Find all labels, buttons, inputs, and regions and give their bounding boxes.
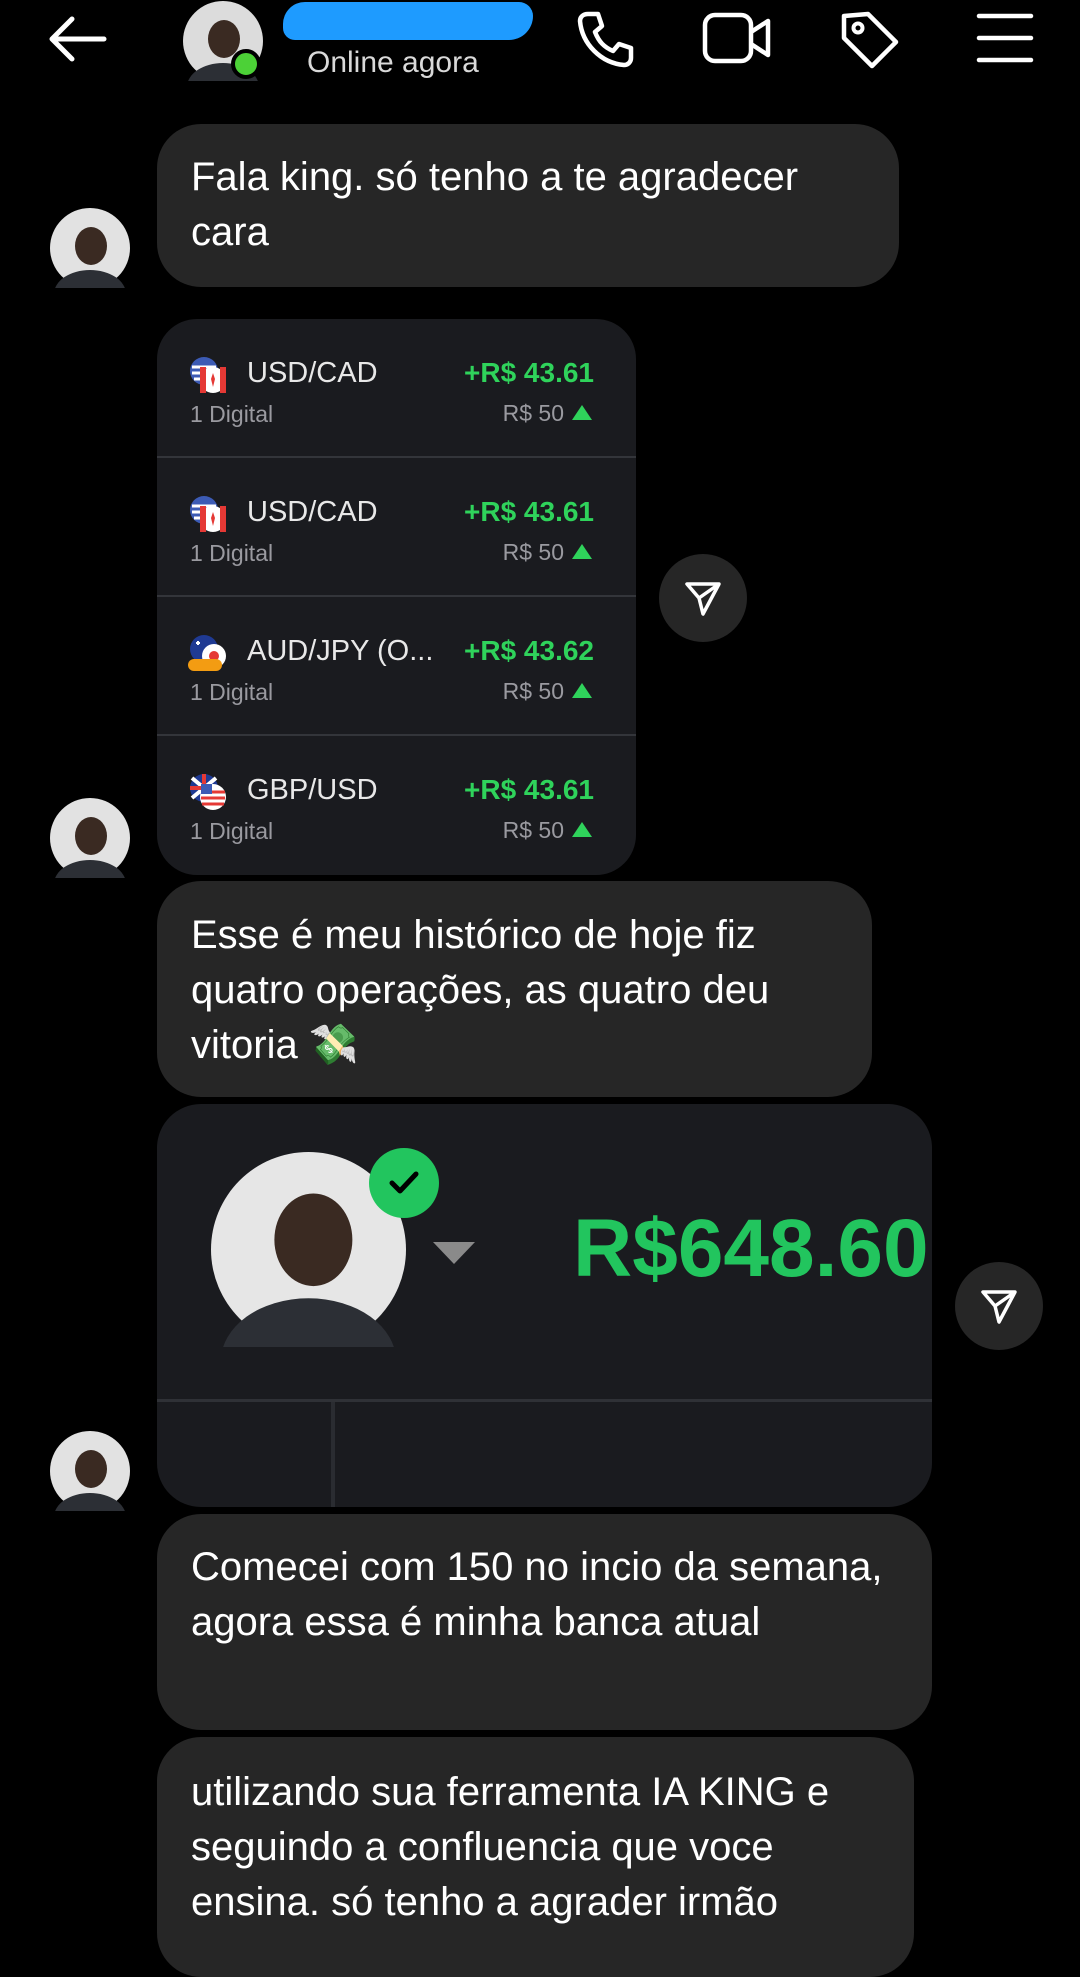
trade-type: 1 Digital: [190, 679, 274, 705]
us-ca-flag-icon: [188, 494, 228, 534]
message-text: Esse é meu histórico de hoje fiz quatro …: [191, 913, 770, 1067]
trade-type: 1 Digital: [190, 540, 274, 566]
trade-type: 1 Digital: [190, 818, 274, 844]
balance-amount: R$648.60: [573, 1203, 929, 1294]
trade-stake: R$ 50: [502, 678, 564, 704]
trade-stake: R$ 50: [502, 539, 564, 565]
trade-pair: AUD/JPY (O...: [247, 635, 434, 667]
message-text: Fala king. só tenho a te agradecer cara: [191, 155, 799, 254]
menu-icon[interactable]: [976, 12, 1034, 64]
trade-row[interactable]: USD/CAD 1 Digital +R$ 43.61 R$ 50: [157, 458, 636, 597]
share-button[interactable]: [659, 554, 747, 642]
chat-header: Online agora: [0, 0, 1080, 100]
trade-pair: USD/CAD: [247, 357, 378, 389]
trade-history-card[interactable]: USD/CAD 1 Digital +R$ 43.61 R$ 50 USD/CA…: [157, 319, 636, 875]
trade-stake: R$ 50: [502, 817, 564, 843]
message-bubble[interactable]: Comecei com 150 no incio da semana, agor…: [157, 1514, 932, 1730]
trade-profit: +R$ 43.61: [464, 496, 594, 527]
back-arrow-icon[interactable]: [44, 14, 110, 64]
verified-check-icon: [369, 1148, 439, 1218]
us-ca-flag-icon: [188, 355, 228, 395]
divider: [157, 1399, 932, 1402]
message-bubble[interactable]: Fala king. só tenho a te agradecer cara: [157, 124, 899, 287]
trade-profit: +R$ 43.61: [464, 357, 594, 388]
tag-icon[interactable]: [838, 8, 902, 72]
trade-profit: +R$ 43.61: [464, 774, 594, 805]
chevron-down-icon: [433, 1242, 475, 1264]
phone-icon[interactable]: [574, 8, 636, 70]
trade-pair: GBP/USD: [247, 774, 378, 806]
trade-row[interactable]: AUD/JPY (O... 1 Digital +R$ 43.62 R$ 50: [157, 597, 636, 736]
sender-avatar[interactable]: [50, 798, 130, 878]
gb-us-flag-icon: [188, 772, 228, 812]
up-arrow-icon: [572, 822, 592, 837]
trade-row[interactable]: GBP/USD 1 Digital +R$ 43.61 R$ 50: [157, 736, 636, 875]
trade-row[interactable]: USD/CAD 1 Digital +R$ 43.61 R$ 50: [157, 319, 636, 458]
send-icon: [685, 582, 721, 616]
message-bubble[interactable]: Esse é meu histórico de hoje fiz quatro …: [157, 881, 872, 1097]
up-arrow-icon: [572, 405, 592, 420]
divider: [331, 1402, 335, 1507]
send-icon: [981, 1290, 1017, 1324]
trade-profit: +R$ 43.62: [464, 635, 594, 666]
message-bubble[interactable]: utilizando sua ferramenta IA KING e segu…: [157, 1737, 914, 1977]
share-button[interactable]: [955, 1262, 1043, 1350]
balance-screenshot-card[interactable]: R$648.60: [157, 1104, 932, 1507]
up-arrow-icon: [572, 544, 592, 559]
contact-status: Online agora: [307, 46, 479, 79]
up-arrow-icon: [572, 683, 592, 698]
redacted-contact-name: [283, 2, 533, 40]
au-jp-otc-flag-icon: [188, 633, 228, 673]
message-text: utilizando sua ferramenta IA KING e segu…: [191, 1770, 830, 1924]
trade-type: 1 Digital: [190, 401, 274, 427]
message-text: Comecei com 150 no incio da semana, agor…: [191, 1545, 883, 1644]
video-icon[interactable]: [702, 10, 774, 66]
sender-avatar[interactable]: [50, 1431, 130, 1511]
sender-avatar[interactable]: [50, 208, 130, 288]
trade-pair: USD/CAD: [247, 496, 378, 528]
online-indicator: [231, 49, 261, 79]
trade-stake: R$ 50: [502, 400, 564, 426]
